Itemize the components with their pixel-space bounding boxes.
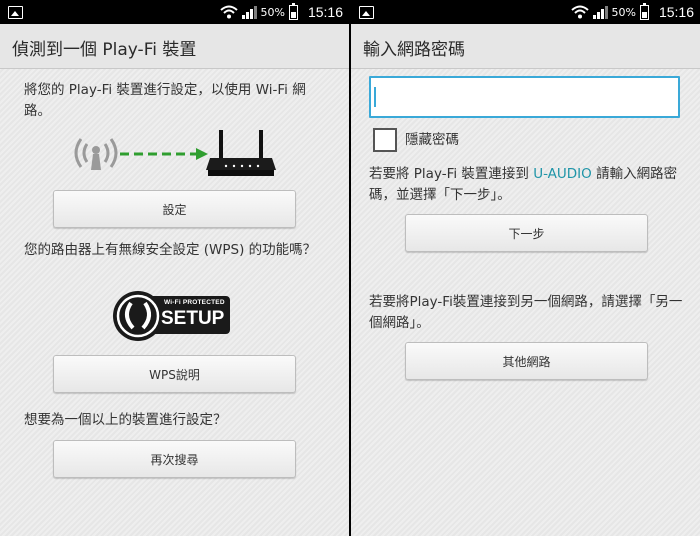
status-bar: 50% 15:16 [351, 0, 700, 24]
setup-intro-text: 將您的 Play-Fi 裝置進行設定，以使用 Wi-Fi 網路。 [24, 82, 306, 119]
wifi-icon [219, 5, 238, 19]
wps-question-text: 您的路由器上有無線安全設定 (WPS) 的功能嗎？ [24, 242, 317, 258]
wifi-signal-icon [74, 138, 118, 170]
page-title: 偵測到一個 Play-Fi 裝置 [12, 40, 197, 60]
title-bar: 輸入網路密碼 [351, 24, 700, 69]
signal-icon [592, 5, 608, 19]
battery-icon [639, 2, 649, 20]
detect-device-screen: 50% 15:16 偵測到一個 Play-Fi 裝置 將您的 Play-Fi 裝… [0, 0, 349, 536]
hide-password-label: 隱藏密碼 [405, 132, 459, 148]
battery-percent: 50% [611, 5, 636, 19]
enter-password-screen: 50% 15:16 輸入網路密碼 隱藏密碼 若要將 Play-Fi 裝置連接到 … [351, 0, 700, 536]
router-icon [206, 130, 276, 176]
battery-percent: 50% [260, 5, 285, 19]
other-network-instructions: 若要將Play-Fi裝置連接到另一個網路，請選擇「另一個網路」。 [369, 294, 683, 331]
clock: 15:16 [307, 4, 343, 20]
battery-icon [288, 2, 298, 20]
text-cursor [374, 87, 376, 107]
search-again-button[interactable]: 再次搜尋 [53, 440, 296, 478]
image-icon [8, 6, 23, 19]
wps-logo: Wi-Fi PROTECTED SETUP [112, 290, 232, 342]
title-bar: 偵測到一個 Play-Fi 裝置 [0, 24, 349, 69]
wps-help-button[interactable]: WPS說明 [53, 355, 296, 393]
wps-logo-line2: SETUP [161, 308, 225, 329]
page-title: 輸入網路密碼 [363, 40, 465, 60]
multi-device-question: 想要為一個以上的裝置進行設定？ [24, 412, 227, 428]
next-button[interactable]: 下一步 [405, 214, 648, 252]
hide-password-checkbox[interactable] [373, 128, 397, 152]
connect-text-before: 若要將 Play-Fi 裝置連接到 [369, 166, 534, 182]
connect-instructions: 若要將 Play-Fi 裝置連接到 U-AUDIO 請輸入網路密碼，並選擇「下一… [369, 164, 684, 206]
signal-icon [241, 5, 257, 19]
other-network-button[interactable]: 其他網路 [405, 342, 648, 380]
status-bar: 50% 15:16 [0, 0, 349, 24]
password-input[interactable] [369, 76, 680, 118]
image-icon [359, 6, 374, 19]
arrow-right-icon [120, 148, 208, 160]
wps-logo-line1: Wi-Fi PROTECTED [164, 299, 225, 306]
network-name: U-AUDIO [533, 166, 592, 182]
wifi-icon [570, 5, 589, 19]
setup-button[interactable]: 設定 [53, 190, 296, 228]
clock: 15:16 [658, 4, 694, 20]
